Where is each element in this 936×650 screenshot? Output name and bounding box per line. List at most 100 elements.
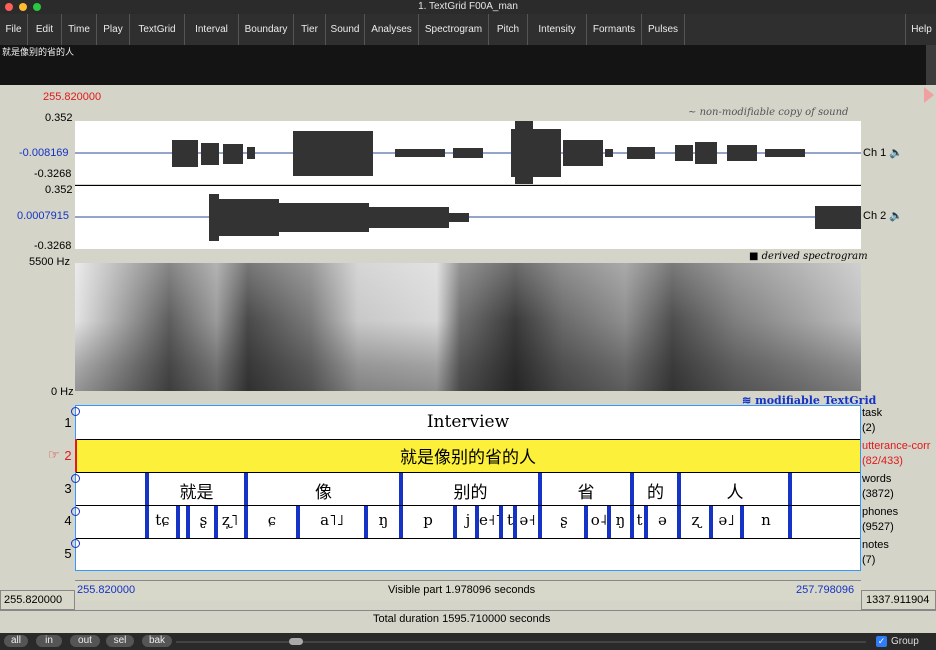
menu-textgrid[interactable]: TextGrid	[130, 14, 185, 45]
phone-boundary[interactable]	[296, 506, 300, 538]
phone-boundary[interactable]	[740, 506, 744, 538]
word-boundary[interactable]	[630, 473, 634, 505]
tier-2-number[interactable]: 2	[63, 448, 73, 463]
menu-analyses[interactable]: Analyses	[365, 14, 419, 45]
menu-play[interactable]: Play	[97, 14, 130, 45]
menu-file[interactable]: File	[0, 14, 28, 45]
phone-boundary[interactable]	[244, 506, 248, 538]
menu-spectrogram[interactable]: Spectrogram	[419, 14, 489, 45]
tier-4-number[interactable]: 4	[63, 513, 73, 528]
waveform-ch1[interactable]	[75, 121, 861, 184]
minimize-window-button[interactable]	[19, 3, 27, 11]
phone-interval[interactable]: ʂ	[190, 511, 217, 529]
menu-tier[interactable]: Tier	[294, 14, 326, 45]
phone-boundary[interactable]	[709, 506, 713, 538]
phone-boundary[interactable]	[145, 506, 149, 538]
phone-boundary[interactable]	[584, 506, 588, 538]
phone-boundary[interactable]	[788, 506, 792, 538]
phone-boundary[interactable]	[186, 506, 190, 538]
waveform-ch2[interactable]	[75, 185, 861, 249]
phone-boundary[interactable]	[644, 506, 648, 538]
speaker-icon[interactable]: 🔈	[889, 210, 903, 222]
speaker-icon[interactable]: 🔈	[889, 147, 903, 159]
tier-handle-icon[interactable]	[71, 539, 80, 548]
phone-boundary[interactable]	[513, 506, 517, 538]
word-boundary[interactable]	[788, 473, 792, 505]
word-boundary[interactable]	[677, 473, 681, 505]
phone-interval[interactable]: ŋ	[368, 511, 399, 529]
phone-boundary[interactable]	[499, 506, 503, 538]
tier-4-label[interactable]: phones (9527)	[862, 505, 898, 535]
tier-1-label[interactable]: task (2)	[862, 406, 882, 436]
word-interval[interactable]: 的	[634, 478, 677, 503]
tier-1-number[interactable]: 1	[63, 415, 73, 430]
tier2-interval-text[interactable]: 就是像别的省的人	[76, 443, 860, 468]
tier5-row[interactable]	[76, 538, 860, 571]
phone-interval[interactable]: ʂ	[542, 511, 586, 529]
phone-interval[interactable]: n	[744, 511, 788, 529]
text-scrollbar[interactable]	[926, 45, 936, 85]
zoom-window-button[interactable]	[33, 3, 41, 11]
phone-boundary[interactable]	[677, 506, 681, 538]
phone-boundary[interactable]	[607, 506, 611, 538]
word-interval[interactable]: 别的	[403, 478, 538, 503]
word-boundary[interactable]	[538, 473, 542, 505]
menu-interval[interactable]: Interval	[185, 14, 239, 45]
word-boundary[interactable]	[399, 473, 403, 505]
ch2-label[interactable]: Ch 2 🔈	[863, 209, 903, 222]
tier-3-label[interactable]: words (3872)	[862, 472, 894, 502]
close-window-button[interactable]	[5, 3, 13, 11]
phone-boundary[interactable]	[453, 506, 457, 538]
word-interval[interactable]: 像	[248, 478, 399, 503]
all-button[interactable]: all	[4, 635, 28, 647]
phone-interval[interactable]: ə˩	[713, 511, 740, 529]
phone-interval[interactable]: tɕ	[149, 511, 176, 529]
phone-boundary[interactable]	[475, 506, 479, 538]
menu-boundary[interactable]: Boundary	[239, 14, 294, 45]
tier-2-label[interactable]: utterance-corr (82/433)	[862, 439, 930, 469]
tier-handle-icon[interactable]	[71, 507, 80, 516]
word-interval[interactable]: 省	[542, 478, 630, 503]
tier-5-number[interactable]: 5	[63, 546, 73, 561]
tier-3-number[interactable]: 3	[63, 481, 73, 496]
phone-boundary[interactable]	[364, 506, 368, 538]
selection-button[interactable]: sel	[106, 635, 134, 647]
zoom-in-button[interactable]: in	[36, 635, 62, 647]
zoom-out-button[interactable]: out	[70, 635, 100, 647]
menu-formants[interactable]: Formants	[587, 14, 642, 45]
word-boundary[interactable]	[244, 473, 248, 505]
tier-handle-icon[interactable]	[71, 474, 80, 483]
tier-5-label[interactable]: notes (7)	[862, 538, 889, 568]
menu-intensity[interactable]: Intensity	[528, 14, 587, 45]
menu-pulses[interactable]: Pulses	[642, 14, 685, 45]
tier-handle-icon[interactable]	[71, 407, 80, 416]
word-boundary[interactable]	[145, 473, 149, 505]
phone-boundary[interactable]	[214, 506, 218, 538]
phone-interval[interactable]: p	[403, 511, 453, 529]
menu-help[interactable]: Help	[905, 14, 936, 45]
horizontal-scrollbar-track[interactable]	[176, 641, 866, 643]
ch1-label[interactable]: Ch 1 🔈	[863, 146, 903, 159]
phone-interval[interactable]: a˥˩	[300, 511, 364, 529]
play-triangle-icon[interactable]	[924, 87, 934, 103]
phone-interval[interactable]: ʐ̩˥	[216, 511, 244, 529]
menu-sound[interactable]: Sound	[326, 14, 365, 45]
phone-boundary[interactable]	[630, 506, 634, 538]
menu-time[interactable]: Time	[62, 14, 97, 45]
menu-edit[interactable]: Edit	[28, 14, 62, 45]
word-interval[interactable]: 人	[681, 478, 789, 503]
phone-interval[interactable]: ə	[648, 511, 677, 529]
phone-boundary[interactable]	[176, 506, 180, 538]
phone-interval[interactable]: ŋ	[611, 511, 630, 529]
menu-pitch[interactable]: Pitch	[489, 14, 528, 45]
phone-interval[interactable]: e˧˥	[479, 511, 503, 529]
group-checkbox[interactable]: ✓	[876, 636, 887, 647]
phone-interval[interactable]: ə˧	[517, 511, 538, 529]
phone-interval[interactable]: ɕ	[248, 511, 296, 529]
word-interval[interactable]: 就是	[149, 478, 244, 503]
interval-text-field[interactable]: 就是像别的省的人	[0, 45, 926, 85]
phone-boundary[interactable]	[399, 506, 403, 538]
phone-boundary[interactable]	[538, 506, 542, 538]
tier1-interval-text[interactable]: Interview	[76, 412, 860, 432]
phone-interval[interactable]: ʐ	[681, 511, 711, 529]
